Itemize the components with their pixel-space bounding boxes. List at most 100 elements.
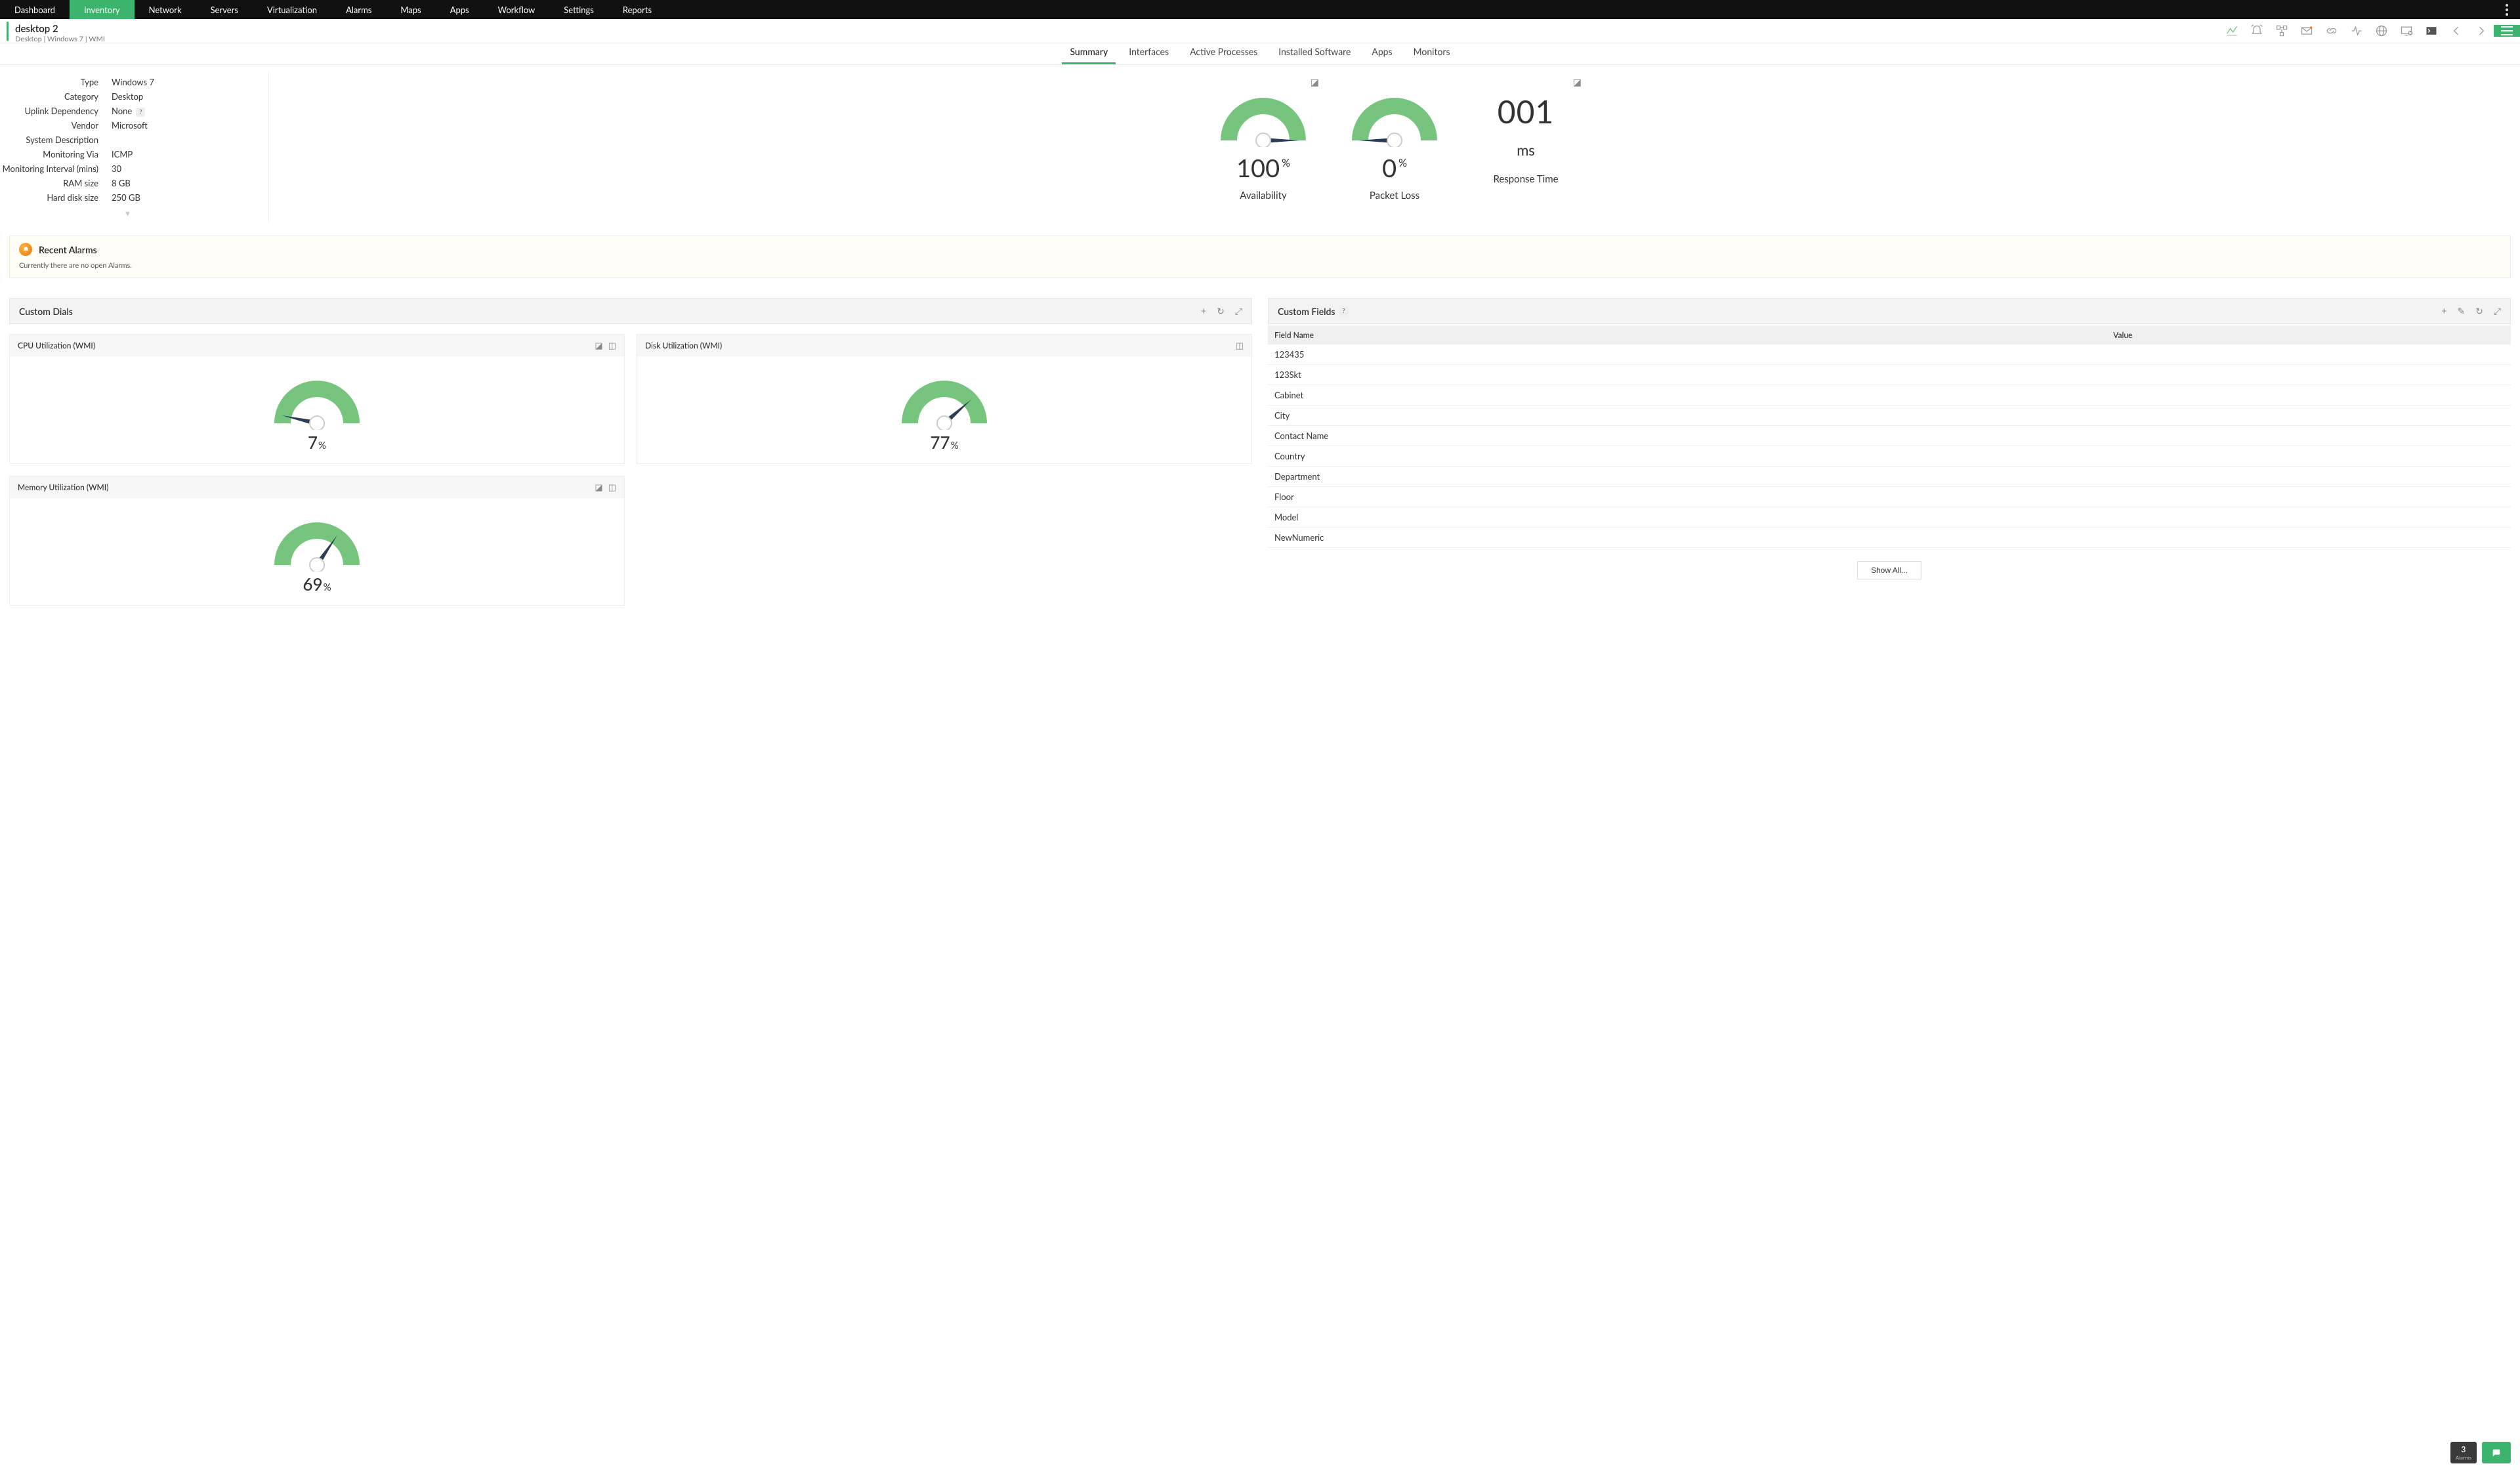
show-all-button[interactable]: Show All... bbox=[1857, 561, 1922, 579]
threshold-icon[interactable]: ◪ bbox=[1573, 76, 1582, 88]
dial-gauge bbox=[895, 371, 994, 430]
tab-summary[interactable]: Summary bbox=[1062, 41, 1116, 64]
next-arrow[interactable] bbox=[2469, 19, 2494, 43]
cf-name: Model bbox=[1268, 507, 2107, 528]
add-field-button[interactable]: + bbox=[2441, 305, 2446, 317]
chart-icon[interactable]: ◫ bbox=[608, 482, 616, 493]
table-row[interactable]: 123Skt bbox=[1268, 365, 2511, 385]
threshold-icon[interactable]: ◪ bbox=[595, 340, 602, 351]
cf-value bbox=[2107, 507, 2511, 528]
properties-list: TypeWindows 7CategoryDesktopUplink Depen… bbox=[0, 72, 269, 222]
chart-icon[interactable] bbox=[2219, 19, 2244, 43]
nav-item-apps[interactable]: Apps bbox=[436, 0, 484, 19]
availability-label: Availability bbox=[1208, 190, 1319, 201]
dial-value: 77% bbox=[644, 432, 1245, 453]
help-icon[interactable]: ? bbox=[1339, 306, 1349, 316]
nav-item-virtualization[interactable]: Virtualization bbox=[253, 0, 331, 19]
property-value: 250 GB bbox=[112, 192, 140, 203]
more-menu-button[interactable] bbox=[2494, 0, 2520, 19]
device-header: desktop 2 Desktop | Windows 7 | WMI bbox=[0, 19, 2520, 43]
property-label: Uplink Dependency bbox=[0, 106, 112, 116]
tabs: SummaryInterfacesActive ProcessesInstall… bbox=[0, 43, 2520, 65]
chart-icon[interactable]: ◫ bbox=[1236, 340, 1244, 351]
expand-dials-button[interactable]: ⤢ bbox=[1235, 305, 1242, 317]
alarm-bell-icon[interactable] bbox=[2244, 19, 2269, 43]
alarm-bell-icon bbox=[19, 243, 32, 256]
threshold-icon[interactable]: ◪ bbox=[1311, 76, 1319, 88]
mail-icon[interactable] bbox=[2294, 19, 2319, 43]
tab-monitors[interactable]: Monitors bbox=[1406, 41, 1458, 64]
response-time-value: 001 bbox=[1470, 93, 1582, 131]
tab-installed-software[interactable]: Installed Software bbox=[1270, 41, 1358, 64]
help-icon[interactable]: ? bbox=[136, 108, 145, 117]
tab-interfaces[interactable]: Interfaces bbox=[1121, 41, 1177, 64]
hamburger-menu-button[interactable] bbox=[2494, 25, 2520, 37]
alarm-chip[interactable]: 3 Alarms bbox=[2450, 1442, 2477, 1463]
add-dial-button[interactable]: + bbox=[1201, 305, 1206, 317]
cf-name: 123Skt bbox=[1268, 365, 2107, 385]
property-row: Monitoring Interval (mins)30 bbox=[0, 161, 255, 176]
device-breadcrumb: Desktop | Windows 7 | WMI bbox=[15, 35, 105, 43]
dial-gauge bbox=[268, 371, 366, 430]
refresh-fields-button[interactable]: ↻ bbox=[2475, 305, 2483, 317]
table-row[interactable]: Cabinet bbox=[1268, 385, 2511, 406]
nav-item-settings[interactable]: Settings bbox=[549, 0, 608, 19]
property-row: TypeWindows 7 bbox=[0, 75, 255, 89]
nav-item-dashboard[interactable]: Dashboard bbox=[0, 0, 70, 19]
table-row[interactable]: NewNumeric bbox=[1268, 528, 2511, 548]
nav-item-reports[interactable]: Reports bbox=[608, 0, 666, 19]
top-nav: DashboardInventoryNetworkServersVirtuali… bbox=[0, 0, 2520, 19]
cf-name: Cabinet bbox=[1268, 385, 2107, 406]
cf-value bbox=[2107, 426, 2511, 446]
table-row[interactable]: Model bbox=[1268, 507, 2511, 528]
expand-properties-button[interactable]: ▾ bbox=[0, 207, 255, 219]
nav-item-alarms[interactable]: Alarms bbox=[331, 0, 386, 19]
threshold-icon[interactable]: ◪ bbox=[595, 482, 602, 493]
nav-item-inventory[interactable]: Inventory bbox=[70, 0, 135, 19]
edit-fields-button[interactable]: ✎ bbox=[2457, 305, 2465, 317]
tab-apps[interactable]: Apps bbox=[1364, 41, 1400, 64]
cf-name: Contact Name bbox=[1268, 426, 2107, 446]
table-row[interactable]: 123435 bbox=[1268, 345, 2511, 365]
link-icon[interactable] bbox=[2319, 19, 2344, 43]
prev-arrow[interactable] bbox=[2444, 19, 2469, 43]
tab-active-processes[interactable]: Active Processes bbox=[1182, 41, 1265, 64]
globe-icon[interactable] bbox=[2369, 19, 2394, 43]
table-row[interactable]: Contact Name bbox=[1268, 426, 2511, 446]
refresh-dials-button[interactable]: ↻ bbox=[1217, 305, 1225, 317]
chat-chip[interactable] bbox=[2482, 1442, 2511, 1463]
kpi-row: ◪ 100% Availability 0% Packet Loss ◪ 001… bbox=[269, 72, 2520, 222]
expand-fields-button[interactable]: ⤢ bbox=[2494, 305, 2501, 317]
table-row[interactable]: City bbox=[1268, 406, 2511, 426]
property-value: Desktop bbox=[112, 91, 143, 102]
dial-value: 7% bbox=[16, 432, 618, 453]
nav-item-network[interactable]: Network bbox=[135, 0, 196, 19]
nav-item-maps[interactable]: Maps bbox=[386, 0, 435, 19]
cf-value bbox=[2107, 345, 2511, 365]
kpi-packet-loss: 0% Packet Loss bbox=[1339, 88, 1450, 222]
activity-icon[interactable] bbox=[2344, 19, 2369, 43]
dial-header: Disk Utilization (WMI)◫ bbox=[637, 335, 1251, 356]
table-row[interactable]: Department bbox=[1268, 467, 2511, 487]
response-time-label: Response Time bbox=[1470, 173, 1582, 185]
nav-item-servers[interactable]: Servers bbox=[196, 0, 253, 19]
property-value: Microsoft bbox=[112, 120, 148, 131]
table-row[interactable]: Floor bbox=[1268, 487, 2511, 507]
packet-loss-unit: % bbox=[1398, 157, 1407, 169]
monitor-off-icon[interactable] bbox=[2394, 19, 2419, 43]
nav-item-workflow[interactable]: Workflow bbox=[484, 0, 550, 19]
terminal-icon[interactable] bbox=[2419, 19, 2444, 43]
property-row: VendorMicrosoft bbox=[0, 118, 255, 133]
cf-value bbox=[2107, 406, 2511, 426]
table-row[interactable]: Country bbox=[1268, 446, 2511, 467]
chat-icon bbox=[2490, 1448, 2503, 1458]
recent-alarms-panel: Recent Alarms Currently there are no ope… bbox=[9, 236, 2511, 278]
chart-icon[interactable]: ◫ bbox=[608, 340, 616, 351]
availability-value: 100 bbox=[1236, 153, 1280, 183]
dial-title: Memory Utilization (WMI) bbox=[18, 482, 108, 492]
cf-value bbox=[2107, 385, 2511, 406]
dial-grid: CPU Utilization (WMI)◪◫7%Disk Utilizatio… bbox=[9, 334, 1252, 606]
alarm-count: 3 bbox=[2461, 1444, 2466, 1454]
workflow-icon[interactable] bbox=[2269, 19, 2294, 43]
cf-value bbox=[2107, 365, 2511, 385]
